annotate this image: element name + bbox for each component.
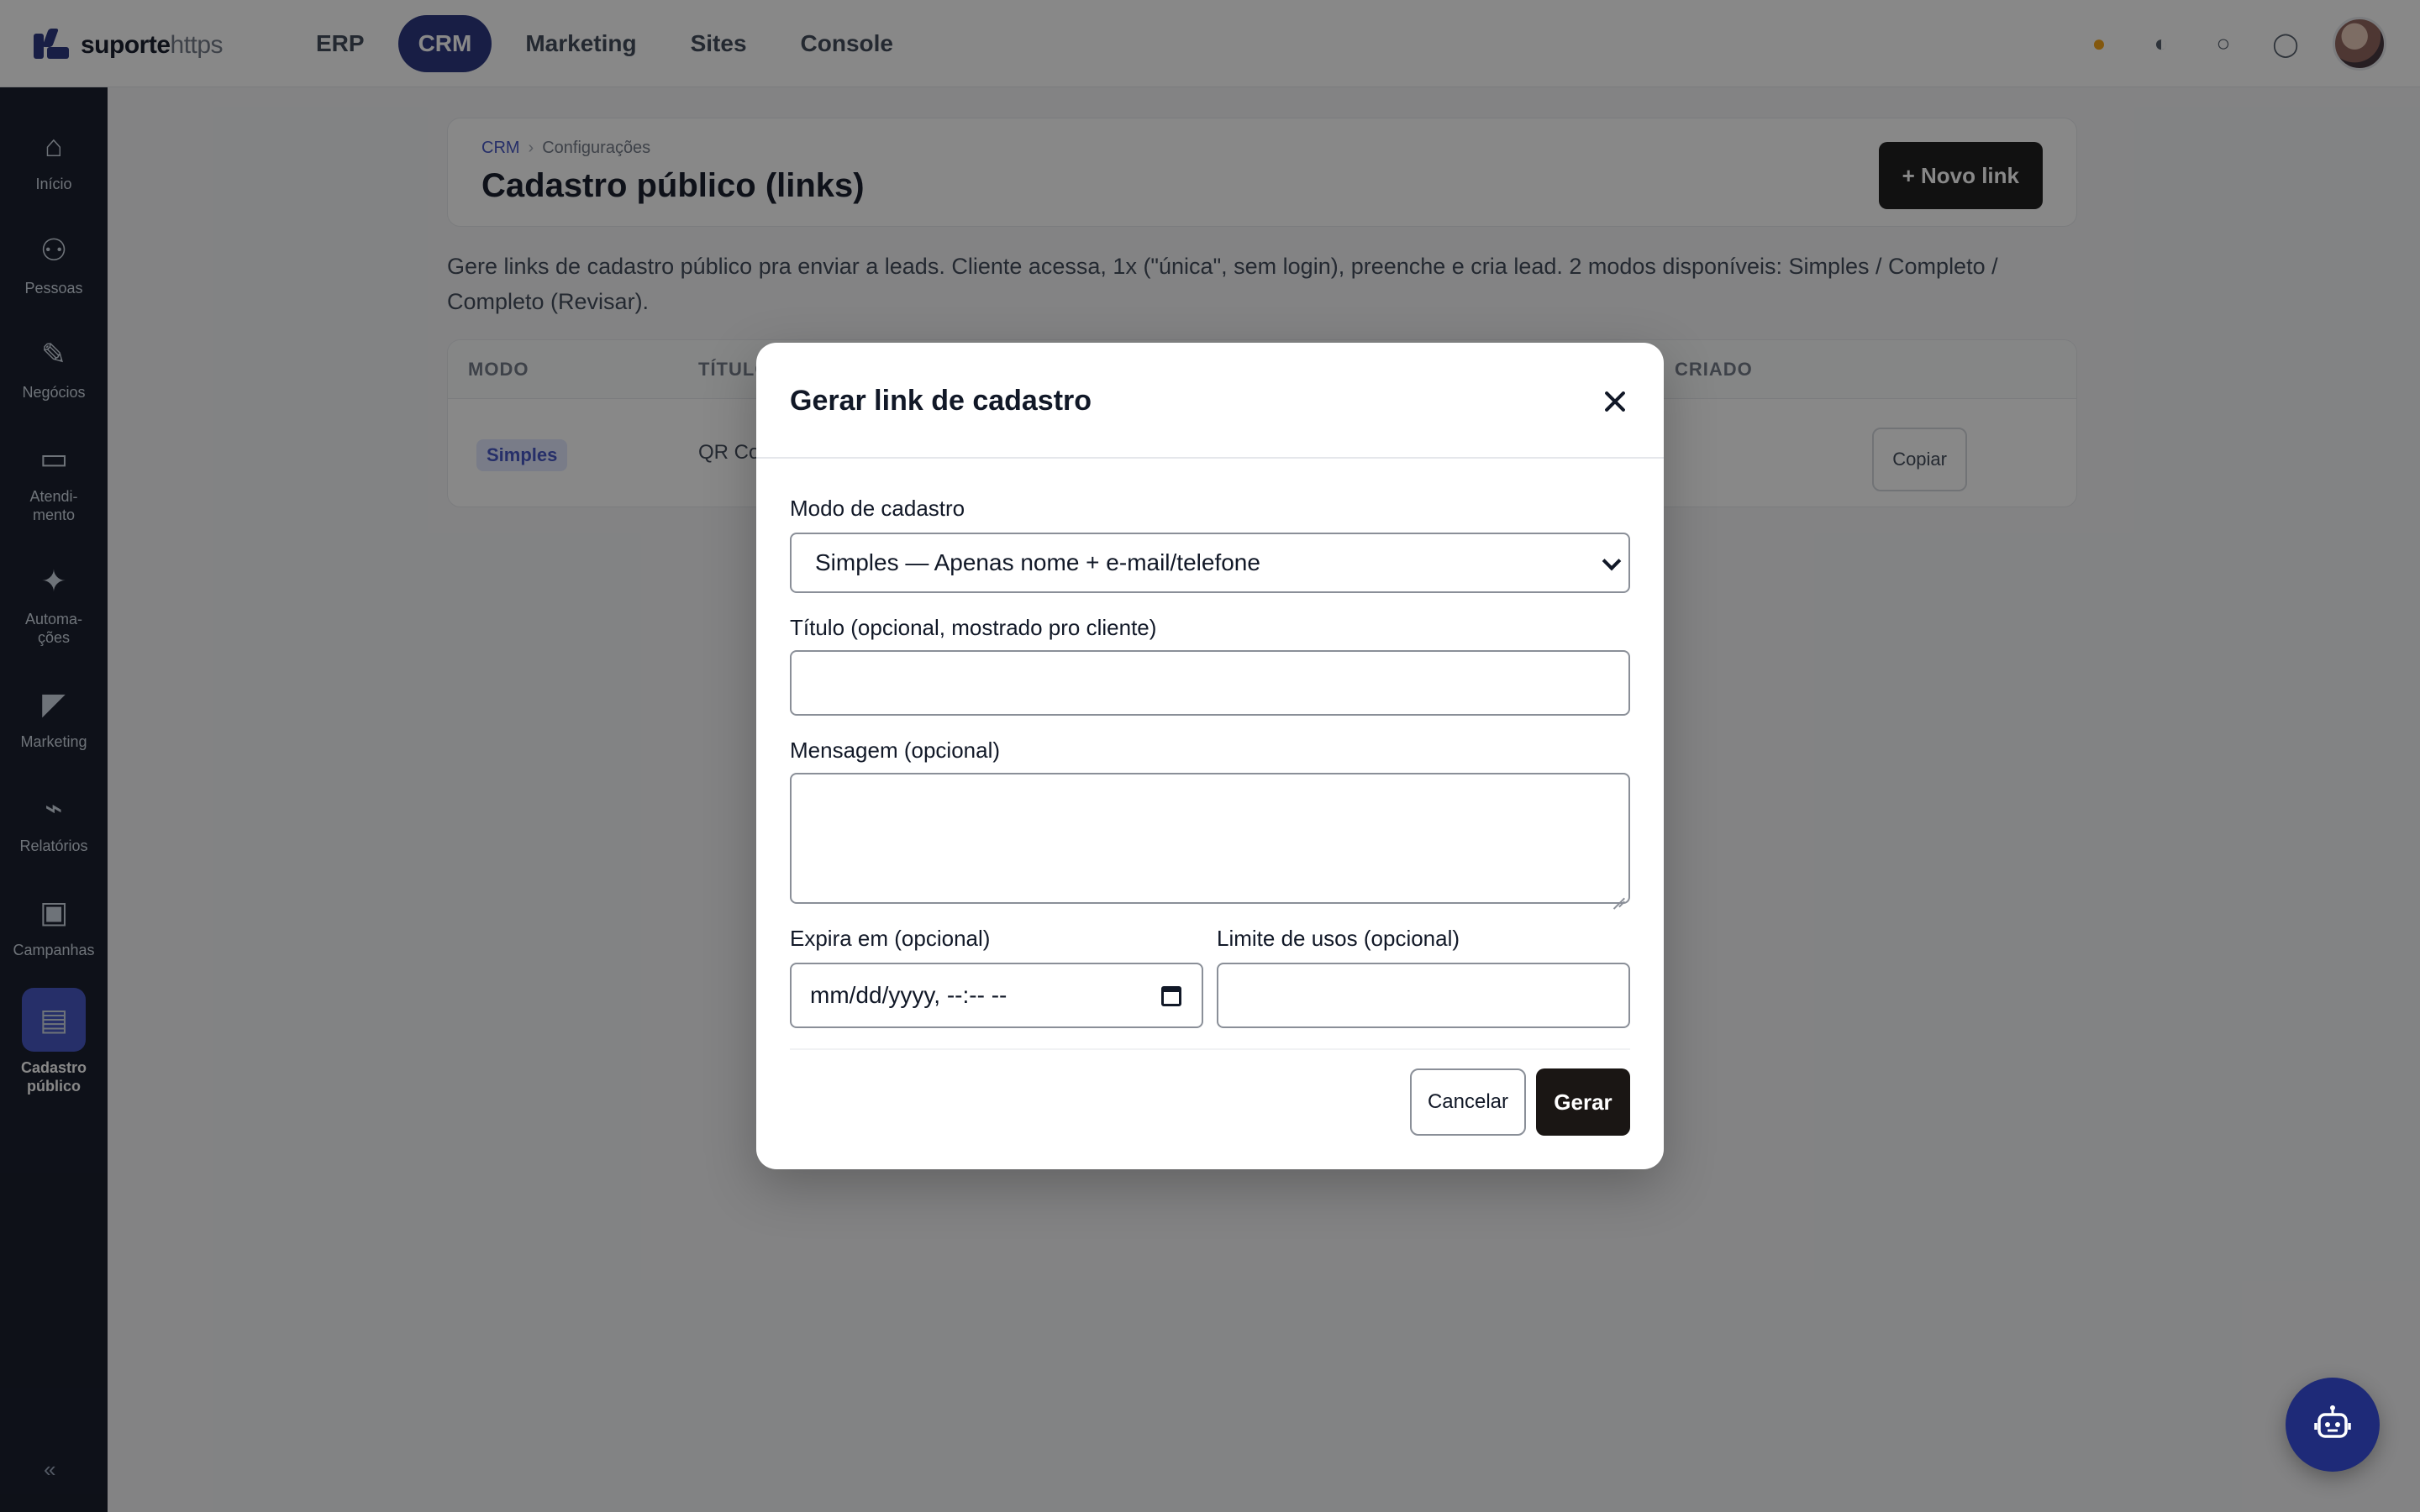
mode-label: Modo de cadastro bbox=[790, 496, 965, 521]
expires-datetime-input[interactable]: mm/dd/yyyy, --:-- -- bbox=[790, 963, 1203, 1028]
dialog-header: Gerar link de cadastro bbox=[756, 343, 1664, 459]
cancel-button[interactable]: Cancelar bbox=[1410, 1068, 1526, 1136]
dialog-title: Gerar link de cadastro bbox=[790, 385, 1092, 417]
expires-label: Expira em (opcional) bbox=[790, 926, 991, 951]
resize-handle-icon[interactable] bbox=[1613, 887, 1625, 899]
usage-limit-label: Limite de usos (opcional) bbox=[1217, 926, 1460, 951]
generate-link-dialog: Gerar link de cadastro Modo de cadastro … bbox=[756, 343, 1664, 1169]
mode-select[interactable]: Simples — Apenas nome + e-mail/telefone bbox=[790, 533, 1630, 593]
title-input[interactable] bbox=[790, 650, 1630, 716]
robot-icon bbox=[2314, 1405, 2351, 1438]
dialog-footer-divider bbox=[790, 1048, 1630, 1050]
message-label: Mensagem (opcional) bbox=[790, 738, 1001, 763]
expires-placeholder: mm/dd/yyyy, --:-- -- bbox=[810, 982, 1007, 1008]
assistant-bot-button[interactable] bbox=[2286, 1378, 2380, 1472]
chevron-down-icon bbox=[1602, 554, 1620, 573]
message-textarea[interactable] bbox=[790, 773, 1630, 904]
calendar-icon[interactable] bbox=[1161, 986, 1181, 1006]
usage-limit-input[interactable] bbox=[1217, 963, 1630, 1028]
generate-button[interactable]: Gerar bbox=[1536, 1068, 1630, 1136]
close-icon[interactable] bbox=[1600, 386, 1630, 417]
mode-select-value: Simples — Apenas nome + e-mail/telefone bbox=[815, 549, 1260, 575]
title-label: Título (opcional, mostrado pro cliente) bbox=[790, 615, 1157, 640]
